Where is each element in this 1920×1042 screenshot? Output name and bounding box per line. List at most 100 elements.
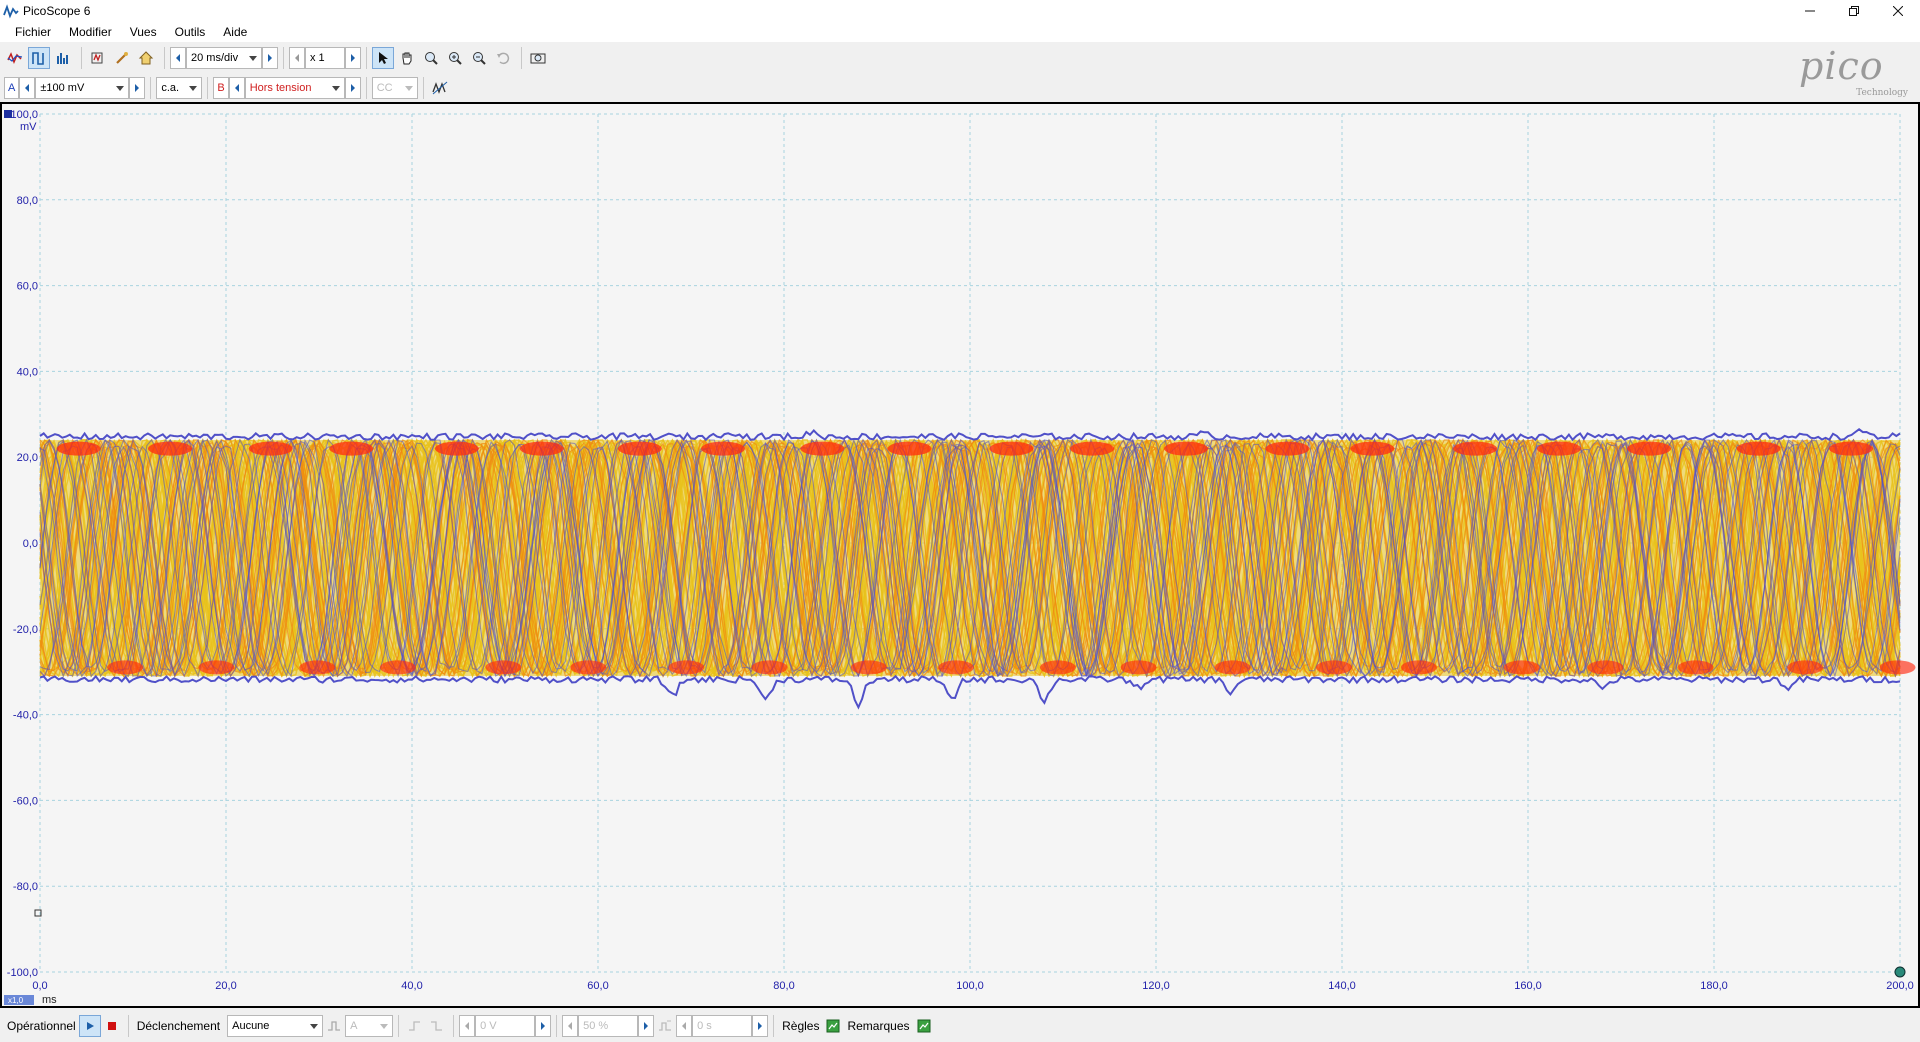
capture-toolbar: 20 ms/div x 1 [4, 45, 551, 71]
home-button[interactable] [135, 47, 157, 69]
threshold-decrease-button[interactable] [459, 1015, 476, 1037]
coupling-b-select[interactable]: CC [371, 77, 418, 99]
trace-trough-red [1400, 660, 1437, 675]
spectrum-mode-button[interactable] [52, 47, 74, 69]
trace-peak-red [329, 441, 374, 456]
advanced-trigger-button[interactable] [323, 1015, 345, 1037]
trace-peak-red [989, 441, 1034, 456]
undo-zoom-button[interactable] [492, 47, 514, 69]
range-b-decrease-button[interactable] [228, 77, 245, 99]
pretrigger-decrease-button[interactable] [562, 1015, 579, 1037]
notes-button[interactable] [913, 1015, 935, 1037]
trigger-mode-select[interactable]: Aucune [227, 1015, 324, 1037]
scope-mode-button[interactable] [4, 47, 26, 69]
zoom-decrease-button[interactable] [289, 47, 305, 69]
timebase-select[interactable]: 20 ms/div [186, 47, 262, 69]
trigger-position-marker[interactable] [1894, 966, 1906, 978]
hand-icon [402, 52, 412, 65]
trace-peak-red [147, 441, 192, 456]
channel-b-button[interactable]: B [213, 77, 229, 99]
y-tick-label: -20,0 [13, 624, 38, 636]
zoom-in-icon [449, 52, 462, 65]
range-a-increase-button[interactable] [129, 77, 146, 99]
timebase-decrease-button[interactable] [170, 47, 186, 69]
rulers-label: Règles [782, 1019, 820, 1033]
trigger-source-select[interactable]: A [345, 1015, 394, 1037]
coupling-a-select[interactable]: c.a. [156, 77, 203, 99]
range-b-increase-button[interactable] [344, 77, 361, 99]
rulers-toggle-icon [826, 1019, 840, 1033]
x-tick-label: 80,0 [773, 980, 794, 992]
probe-button[interactable] [111, 47, 133, 69]
delay-increase-button[interactable] [752, 1015, 769, 1037]
trace-trough-red [751, 660, 788, 675]
status-separator [773, 1015, 775, 1037]
spectrum-mode-icon [57, 53, 68, 64]
pretrigger-increase-button[interactable] [638, 1015, 655, 1037]
channel-a-button[interactable]: A [4, 77, 20, 99]
chevron-down-icon [380, 1024, 389, 1029]
trace-trough-red [668, 660, 705, 675]
minimize-button[interactable] [1788, 0, 1832, 22]
timebase-increase-button[interactable] [262, 47, 278, 69]
y-tick-label: -100,0 [7, 967, 38, 979]
chevron-right-icon [268, 54, 272, 62]
hand-tool-button[interactable] [396, 47, 418, 69]
menu-bar: Fichier Modifier Vues Outils Aide [0, 22, 1920, 42]
chevron-left-icon [682, 1022, 687, 1030]
threshold-increase-button[interactable] [535, 1015, 552, 1037]
rising-edge-button[interactable] [404, 1015, 426, 1037]
trace-peak-red [56, 441, 101, 456]
pico-logo-subtitle: Technology [1856, 88, 1908, 98]
menu-aide[interactable]: Aide [214, 25, 256, 39]
zoom-increase-button[interactable] [345, 47, 361, 69]
falling-edge-icon [431, 1021, 443, 1031]
coupling-b-value: CC [376, 82, 393, 94]
range-a-select[interactable]: ±100 mV [35, 77, 130, 99]
window-title: PicoScope 6 [23, 4, 91, 18]
persistence-plot[interactable]: 100,0 80,0 60,0 40,0 20,0 0,0 -20,0 -40,0 -60,0 -… [2, 104, 1918, 1006]
falling-edge-button[interactable] [426, 1015, 448, 1037]
delay-decrease-button[interactable] [676, 1015, 693, 1037]
y-tick-label: 60,0 [17, 281, 38, 293]
zoom-out-button[interactable] [468, 47, 490, 69]
status-separator [556, 1015, 558, 1037]
x-tick-label: 140,0 [1328, 980, 1356, 992]
trace-peak-red [1736, 441, 1781, 456]
menu-fichier[interactable]: Fichier [6, 25, 60, 39]
zoom-in-button[interactable] [444, 47, 466, 69]
trace-trough-red [1214, 660, 1251, 675]
trigger-label: Déclenchement [136, 1019, 221, 1033]
zoom-out-icon [473, 52, 486, 65]
menu-outils[interactable]: Outils [166, 25, 215, 39]
stop-button[interactable] [101, 1015, 123, 1037]
trace-peak-red [1070, 441, 1115, 456]
signal-generator-button[interactable] [87, 47, 109, 69]
threshold-field[interactable]: 0 V [475, 1015, 536, 1037]
x-tick-label: 120,0 [1142, 980, 1170, 992]
start-button[interactable] [78, 1015, 101, 1037]
channel-options-button[interactable] [429, 77, 451, 99]
restore-button[interactable] [1832, 0, 1876, 22]
zoom-factor-field[interactable]: x 1 [305, 47, 345, 69]
scope-view[interactable]: 100,0 80,0 60,0 40,0 20,0 0,0 -20,0 -40,0 -60,0 -… [0, 102, 1920, 1008]
y-axis-labels: 100,0 80,0 60,0 40,0 20,0 0,0 -20,0 -40,0 -60,0 -… [7, 109, 38, 979]
menu-vues[interactable]: Vues [121, 25, 166, 39]
select-tool-button[interactable] [372, 47, 394, 69]
zoom-region-button[interactable] [420, 47, 442, 69]
channel-a-marker[interactable] [4, 110, 12, 118]
pretrigger-field[interactable]: 50 % [578, 1015, 639, 1037]
delay-mode-button[interactable] [654, 1015, 676, 1037]
zoom-overview-button[interactable] [527, 47, 549, 69]
delay-field[interactable]: 0 s [692, 1015, 753, 1037]
range-b-select[interactable]: Hors tension [244, 77, 345, 99]
persistence-mode-icon [32, 52, 44, 65]
toolbar-separator [422, 77, 424, 99]
close-button[interactable] [1876, 0, 1920, 22]
menu-modifier[interactable]: Modifier [60, 25, 121, 39]
x-tick-label: 0,0 [32, 980, 47, 992]
persistence-mode-button[interactable] [28, 47, 50, 69]
range-a-decrease-button[interactable] [19, 77, 36, 99]
chevron-right-icon [541, 1022, 546, 1030]
rulers-button[interactable] [822, 1015, 844, 1037]
